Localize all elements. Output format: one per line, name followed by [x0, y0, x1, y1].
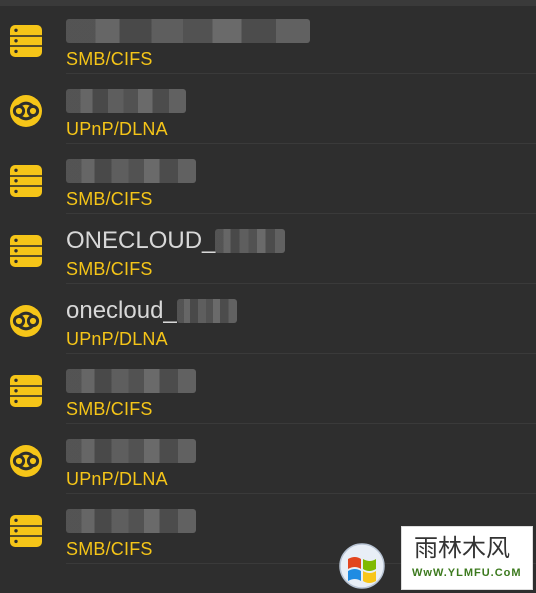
- device-name: onecloud_: [66, 296, 237, 326]
- device-name: [66, 506, 196, 536]
- redacted-name-blur: [66, 509, 196, 533]
- device-list: SMB/CIFS UPnP/DLNA SMB/CIFS ONECLOUD_ SMB…: [0, 4, 536, 564]
- server-icon: [9, 24, 43, 58]
- device-row[interactable]: SMB/CIFS: [0, 354, 536, 424]
- device-row[interactable]: SMB/CIFS: [0, 144, 536, 214]
- device-row[interactable]: SMB/CIFS: [0, 4, 536, 74]
- device-protocol: SMB/CIFS: [66, 189, 153, 209]
- device-name: ONECLOUD_: [66, 226, 286, 256]
- redacted-name-blur: [66, 439, 196, 463]
- device-protocol: UPnP/DLNA: [66, 329, 168, 349]
- server-icon: [9, 234, 43, 268]
- redacted-name-blur: [215, 229, 286, 253]
- redacted-name-blur: [66, 19, 310, 43]
- device-name: [66, 156, 196, 186]
- device-protocol: UPnP/DLNA: [66, 469, 168, 489]
- server-icon: [9, 164, 43, 198]
- device-row[interactable]: ONECLOUD_ SMB/CIFS: [0, 214, 536, 284]
- device-name-text: ONECLOUD_: [66, 227, 216, 254]
- watermark-url: WwW.YLMFU.CoM: [412, 567, 522, 579]
- device-name: [66, 366, 196, 396]
- dlna-icon: [9, 444, 43, 478]
- windows-logo-icon: [339, 543, 385, 589]
- redacted-name-blur: [66, 159, 196, 183]
- server-icon: [9, 514, 43, 548]
- device-protocol: UPnP/DLNA: [66, 119, 168, 139]
- device-name: [66, 16, 310, 46]
- device-row[interactable]: UPnP/DLNA: [0, 74, 536, 144]
- server-icon: [9, 374, 43, 408]
- device-name: [66, 86, 186, 116]
- device-name: [66, 436, 196, 466]
- device-row[interactable]: UPnP/DLNA: [0, 424, 536, 494]
- device-name-text: onecloud_: [66, 297, 177, 324]
- dlna-icon: [9, 304, 43, 338]
- watermark-badge: 雨林木风 WwW.YLMFU.CoM: [401, 526, 533, 590]
- device-protocol: SMB/CIFS: [66, 539, 153, 559]
- device-protocol: SMB/CIFS: [66, 399, 153, 419]
- redacted-name-blur: [176, 299, 237, 323]
- device-protocol: SMB/CIFS: [66, 259, 153, 279]
- dlna-icon: [9, 94, 43, 128]
- redacted-name-blur: [66, 369, 196, 393]
- watermark-title: 雨林木风: [414, 534, 510, 562]
- redacted-name-blur: [66, 89, 186, 113]
- device-row[interactable]: onecloud_ UPnP/DLNA: [0, 284, 536, 354]
- device-protocol: SMB/CIFS: [66, 49, 153, 69]
